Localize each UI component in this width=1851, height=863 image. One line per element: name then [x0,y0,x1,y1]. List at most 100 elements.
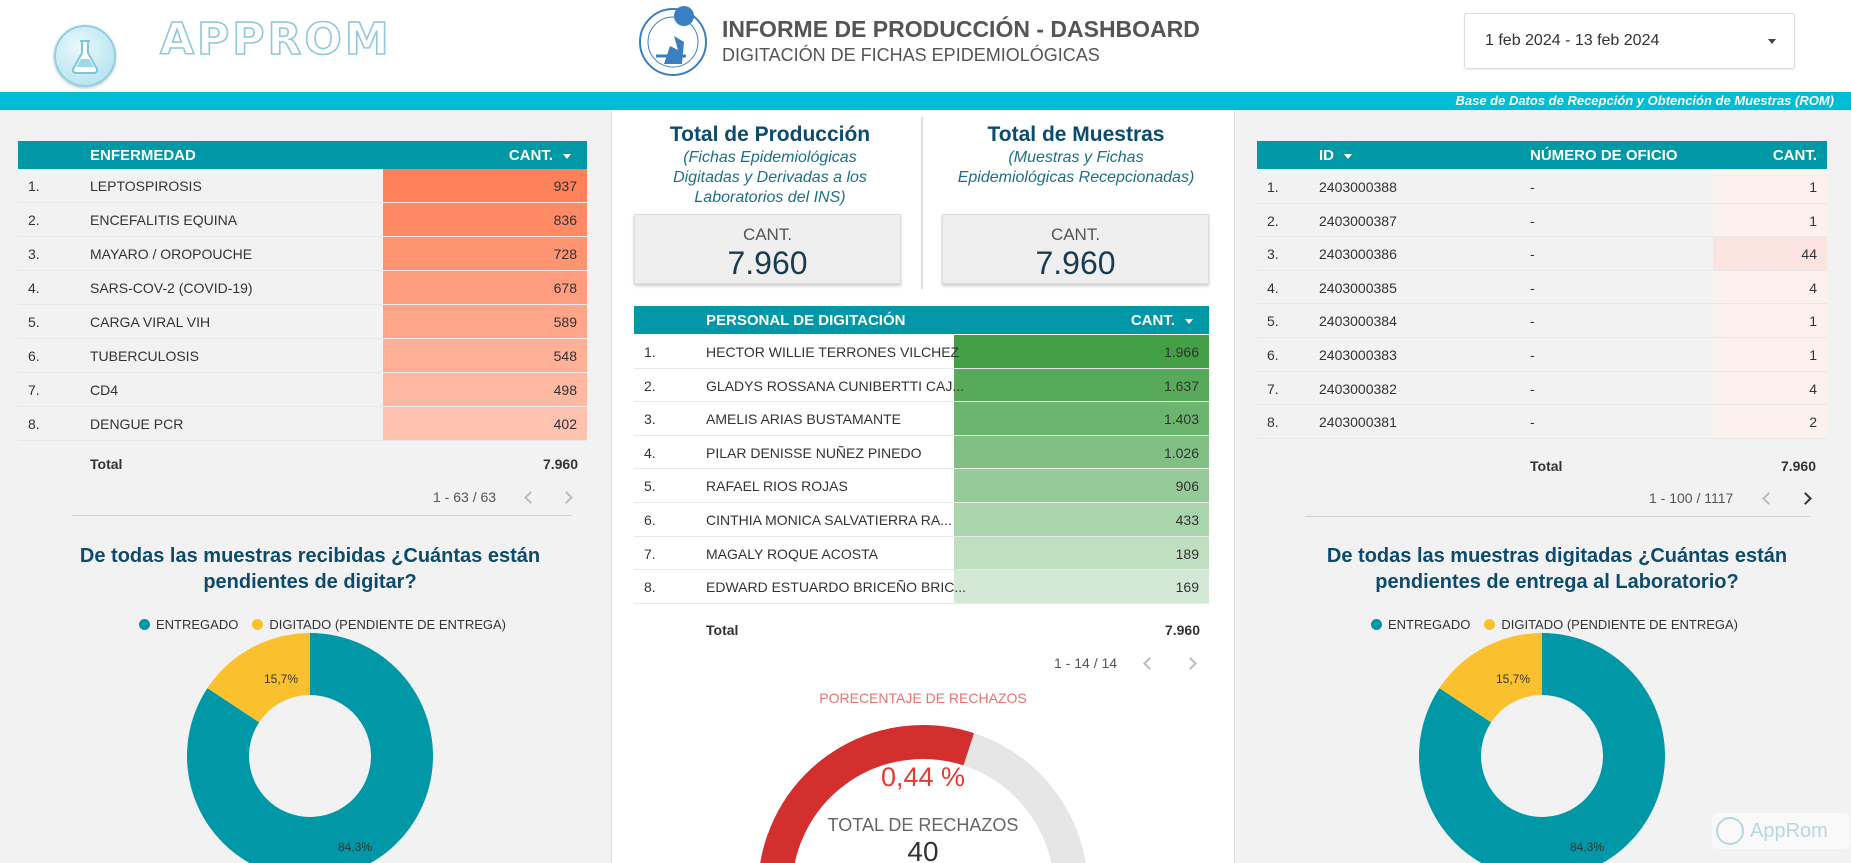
row-number: 8. [28,416,40,432]
table-row[interactable]: 7. MAGALY ROQUE ACOSTA 189 [634,536,1209,571]
row-value: 589 [553,314,577,330]
column-header-enfermedad[interactable]: ENFERMEDAD [90,147,196,164]
produccion-title: Total de Producción [669,123,871,146]
row-name: MAGALY ROQUE ACOSTA [706,545,878,562]
ministry-seal-icon [636,2,710,78]
row-value: 433 [1175,512,1199,528]
produccion-value: 7.960 [727,245,808,281]
row-oficio: - [1530,279,1535,296]
row-id: 2403000386 [1319,246,1397,263]
row-value: 498 [553,382,577,398]
row-oficio: - [1530,313,1535,330]
table-row[interactable]: 5. 2403000384 - 1 [1257,304,1827,338]
table-row[interactable]: 1. 2403000388 - 1 [1257,170,1827,204]
gauge-percent: 0,44 % [880,762,966,792]
enfermedad-total-value: 7.960 [542,456,578,472]
date-range-picker[interactable]: 1 feb 2024 - 13 feb 2024 [1464,13,1795,69]
table-row[interactable]: 6. 2403000383 - 1 [1257,338,1827,372]
table-row[interactable]: 8. DENGUE PCR 402 [18,407,587,441]
prev-page-icon[interactable] [524,491,537,504]
row-number: 2. [28,212,40,228]
row-name: ENCEFALITIS EQUINA [90,212,238,228]
table-row[interactable]: 4. 2403000385 - 4 [1257,270,1827,305]
row-number: 6. [28,348,40,364]
legend-label: ENTREGADO [1388,617,1471,632]
column-header-cant[interactable]: CANT. [509,147,571,164]
divider [72,515,572,516]
legend-label: DIGITADO (PENDIENTE DE ENTREGA) [1501,617,1739,632]
table-row[interactable]: 7. CD4 498 [18,373,587,407]
left-donut-title: De todas las muestras recibidas ¿Cuántas… [79,545,541,593]
prev-page-icon[interactable] [1762,492,1775,505]
table-row[interactable]: 8. 2403000381 - 2 [1257,405,1827,439]
page-title: INFORME DE PRODUCCIÓN - DASHBOARD [722,16,1200,42]
legend-dot [1371,619,1382,630]
table-row[interactable]: 6. TUBERCULOSIS 548 [18,339,587,373]
row-number: 4. [1267,279,1279,296]
row-id: 2403000387 [1319,212,1397,229]
row-value: 1 [1809,212,1817,229]
table-row[interactable]: 2. ENCEFALITIS EQUINA 836 [18,203,587,237]
row-name: MAYARO / OROPOUCHE [90,246,253,262]
row-number: 7. [1267,380,1279,397]
table-row[interactable]: 3. 2403000386 - 44 [1257,237,1827,271]
legend-dot [1484,619,1496,630]
column-header-cant[interactable]: CANT. [1131,312,1193,329]
right-donut-title: De todas las muestras digitadas ¿Cuántas… [1326,545,1788,593]
table-row[interactable]: 2. GLADYS ROSSANA CUNIBERTTI CAJ... 1.637 [634,368,1209,403]
table-row[interactable]: 5. RAFAEL RIOS ROJAS 906 [634,469,1209,503]
sort-desc-icon [1185,318,1193,324]
row-value: 44 [1801,246,1817,263]
table-row[interactable]: 8. EDWARD ESTUARDO BRICEÑO BRIC... 169 [634,570,1209,604]
table-row[interactable]: 4. PILAR DENISSE NUÑEZ PINEDO 1.026 [634,435,1209,470]
row-value: 548 [553,348,577,364]
row-value: 1.966 [1163,344,1199,360]
page-subtitle: DIGITACIÓN DE FICHAS EPIDEMIOLÓGICAS [722,45,1100,65]
muestras-value: 7.960 [1035,245,1116,281]
table-row[interactable]: 1. HECTOR WILLIE TERRONES VILCHEZ 1.966 [634,335,1209,369]
next-page-icon[interactable] [1799,492,1812,505]
legend-dot [252,619,264,630]
row-name: AMELIS ARIAS BUSTAMANTE [706,411,902,428]
table-row[interactable]: 2. 2403000387 - 1 [1257,203,1827,238]
row-name: CARGA VIRAL VIH [90,314,211,330]
watermark-text: AppRom [1750,819,1828,842]
row-value: 836 [553,212,577,228]
produccion-scorecard: CANT. 7.960 [634,214,901,284]
gauge-value: 40 [907,836,939,863]
row-name: CD4 [90,382,119,398]
personal-total-value: 7.960 [1164,622,1200,638]
column-header-cant[interactable]: CANT. [1773,147,1817,164]
row-name: SARS-COV-2 (COVID-19) [90,280,253,296]
legend-dot [139,619,150,630]
column-header-oficio[interactable]: NÚMERO DE OFICIO [1530,147,1678,164]
column-header-id[interactable]: ID [1319,147,1352,164]
table-row[interactable]: 4. SARS-COV-2 (COVID-19) 678 [18,271,587,305]
table-row[interactable]: 5. CARGA VIRAL VIH 589 [18,305,587,339]
muestras-subtitle: (Muestras y Fichas Epidemiológicas Recep… [957,149,1195,186]
table-row[interactable]: 1. LEPTOSPIROSIS 937 [18,169,587,203]
table-row[interactable]: 7. 2403000382 - 4 [1257,371,1827,406]
next-page-icon[interactable] [560,491,573,504]
row-value: 937 [553,178,577,194]
table-row[interactable]: 3. MAYARO / OROPOUCHE 728 [18,237,587,271]
flask-logo-icon [54,25,116,87]
row-number: 8. [1267,414,1279,431]
produccion-label: CANT. [742,225,793,244]
row-name: HECTOR WILLIE TERRONES VILCHEZ [706,344,960,360]
table-row[interactable]: 6. CINTHIA MONICA SALVATIERRA RA... 433 [634,503,1209,537]
header-band: Base de Datos de Recepción y Obtención d… [0,92,1851,110]
personal-total-label: Total [706,622,739,638]
oficio-total-value: 7.960 [1780,458,1816,474]
row-name: PILAR DENISSE NUÑEZ PINEDO [706,444,922,461]
approm-watermark: AppRom [1712,813,1850,849]
table-bar [954,536,1209,570]
legend-label: DIGITADO (PENDIENTE DE ENTREGA) [269,617,507,632]
column-header-personal[interactable]: PERSONAL DE DIGITACIÓN [706,312,905,329]
approm-logo-text: APPROM [159,13,392,66]
row-id: 2403000382 [1319,380,1397,397]
row-id: 2403000385 [1319,279,1397,296]
sort-desc-icon [1344,153,1352,159]
table-row[interactable]: 3. AMELIS ARIAS BUSTAMANTE 1.403 [634,402,1209,436]
left-donut-chart: 15,7% 84,3% [187,633,433,863]
